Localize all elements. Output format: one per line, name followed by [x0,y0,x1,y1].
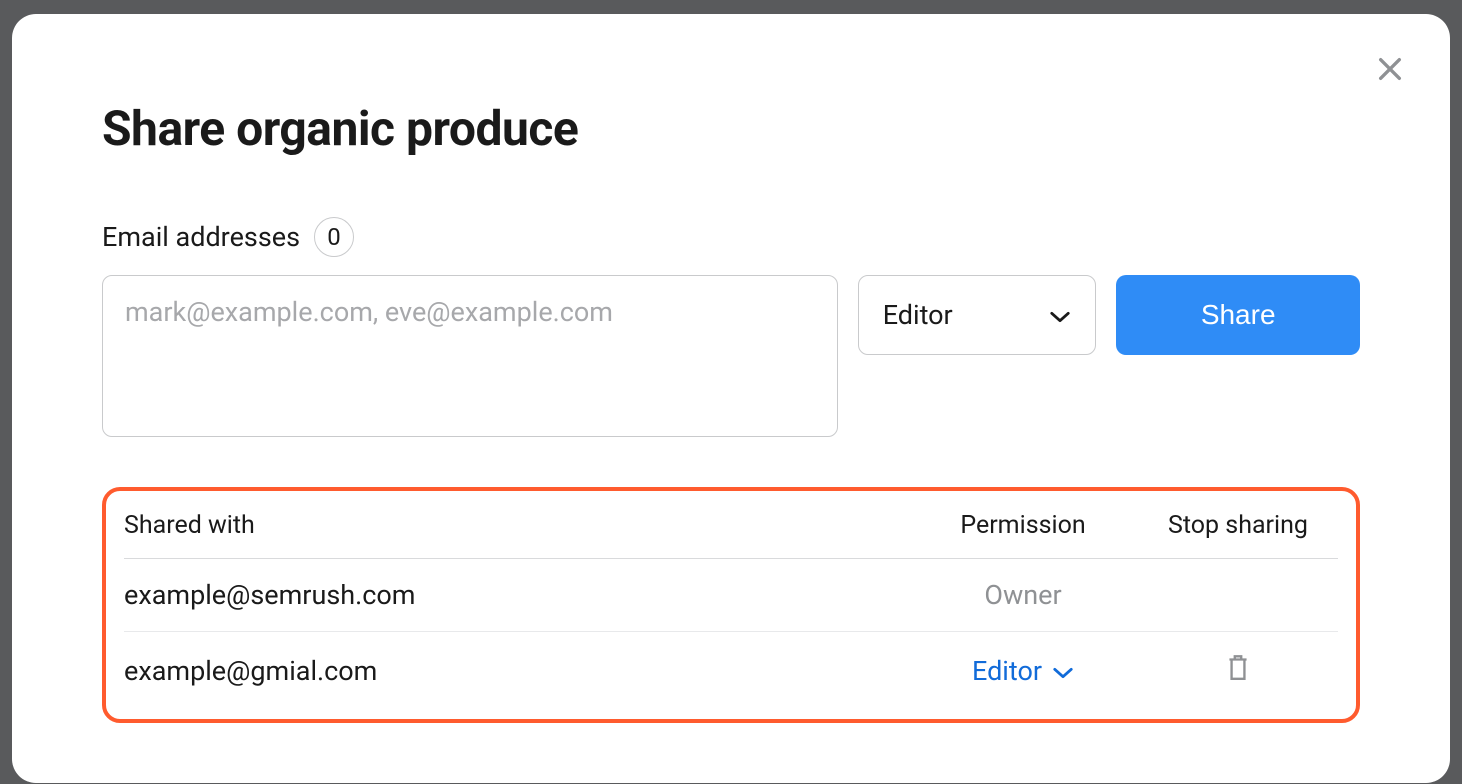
close-button[interactable] [1370,50,1410,90]
share-button[interactable]: Share [1116,275,1360,355]
header-shared-with: Shared with [124,511,908,540]
shared-row: example@gmial.com Editor [124,632,1338,709]
chevron-down-icon [1049,299,1071,331]
shared-table-header: Shared with Permission Stop sharing [124,505,1338,559]
shared-email: example@semrush.com [124,579,908,611]
modal-overlay: Share organic produce Email addresses 0 … [0,0,1462,784]
permission-value: Editor [972,655,1042,687]
trash-icon [1225,652,1251,685]
role-select[interactable]: Editor [858,275,1097,355]
role-select-value: Editor [883,299,953,331]
shared-email: example@gmial.com [124,655,908,687]
email-count-badge: 0 [314,217,354,257]
close-icon [1374,53,1406,88]
email-addresses-label: Email addresses [102,221,300,253]
header-permission: Permission [908,511,1138,540]
permission-value: Owner [908,579,1138,611]
stop-sharing-cell [1138,652,1338,689]
share-modal: Share organic produce Email addresses 0 … [12,14,1450,783]
permission-cell: Editor [908,655,1138,687]
modal-title: Share organic produce [102,100,1360,157]
permission-dropdown[interactable]: Editor [972,655,1074,687]
email-input[interactable] [102,275,838,437]
shared-row: example@semrush.com Owner [124,559,1338,632]
input-row: Editor Share [102,275,1360,437]
chevron-down-icon [1052,655,1074,687]
shared-with-box: Shared with Permission Stop sharing exam… [102,487,1360,723]
header-stop-sharing: Stop sharing [1138,511,1338,540]
stop-sharing-button[interactable] [1225,652,1251,685]
email-label-row: Email addresses 0 [102,217,1360,257]
